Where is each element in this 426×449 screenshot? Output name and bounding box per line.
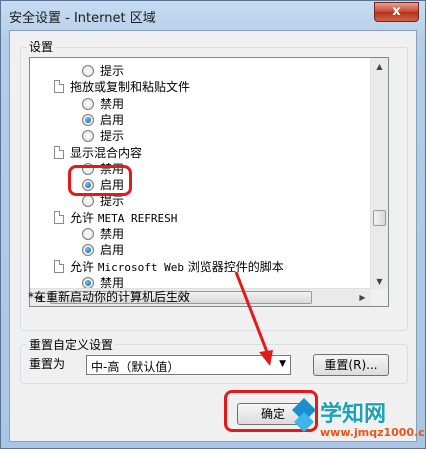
watermark-logo-icon (292, 398, 316, 432)
red-arrow-icon (234, 271, 273, 366)
watermark: 学知网 www.jmqz1000.com (290, 390, 426, 449)
watermark-url: www.jmqz1000.com (320, 426, 426, 439)
watermark-title: 学知网 (320, 402, 387, 427)
